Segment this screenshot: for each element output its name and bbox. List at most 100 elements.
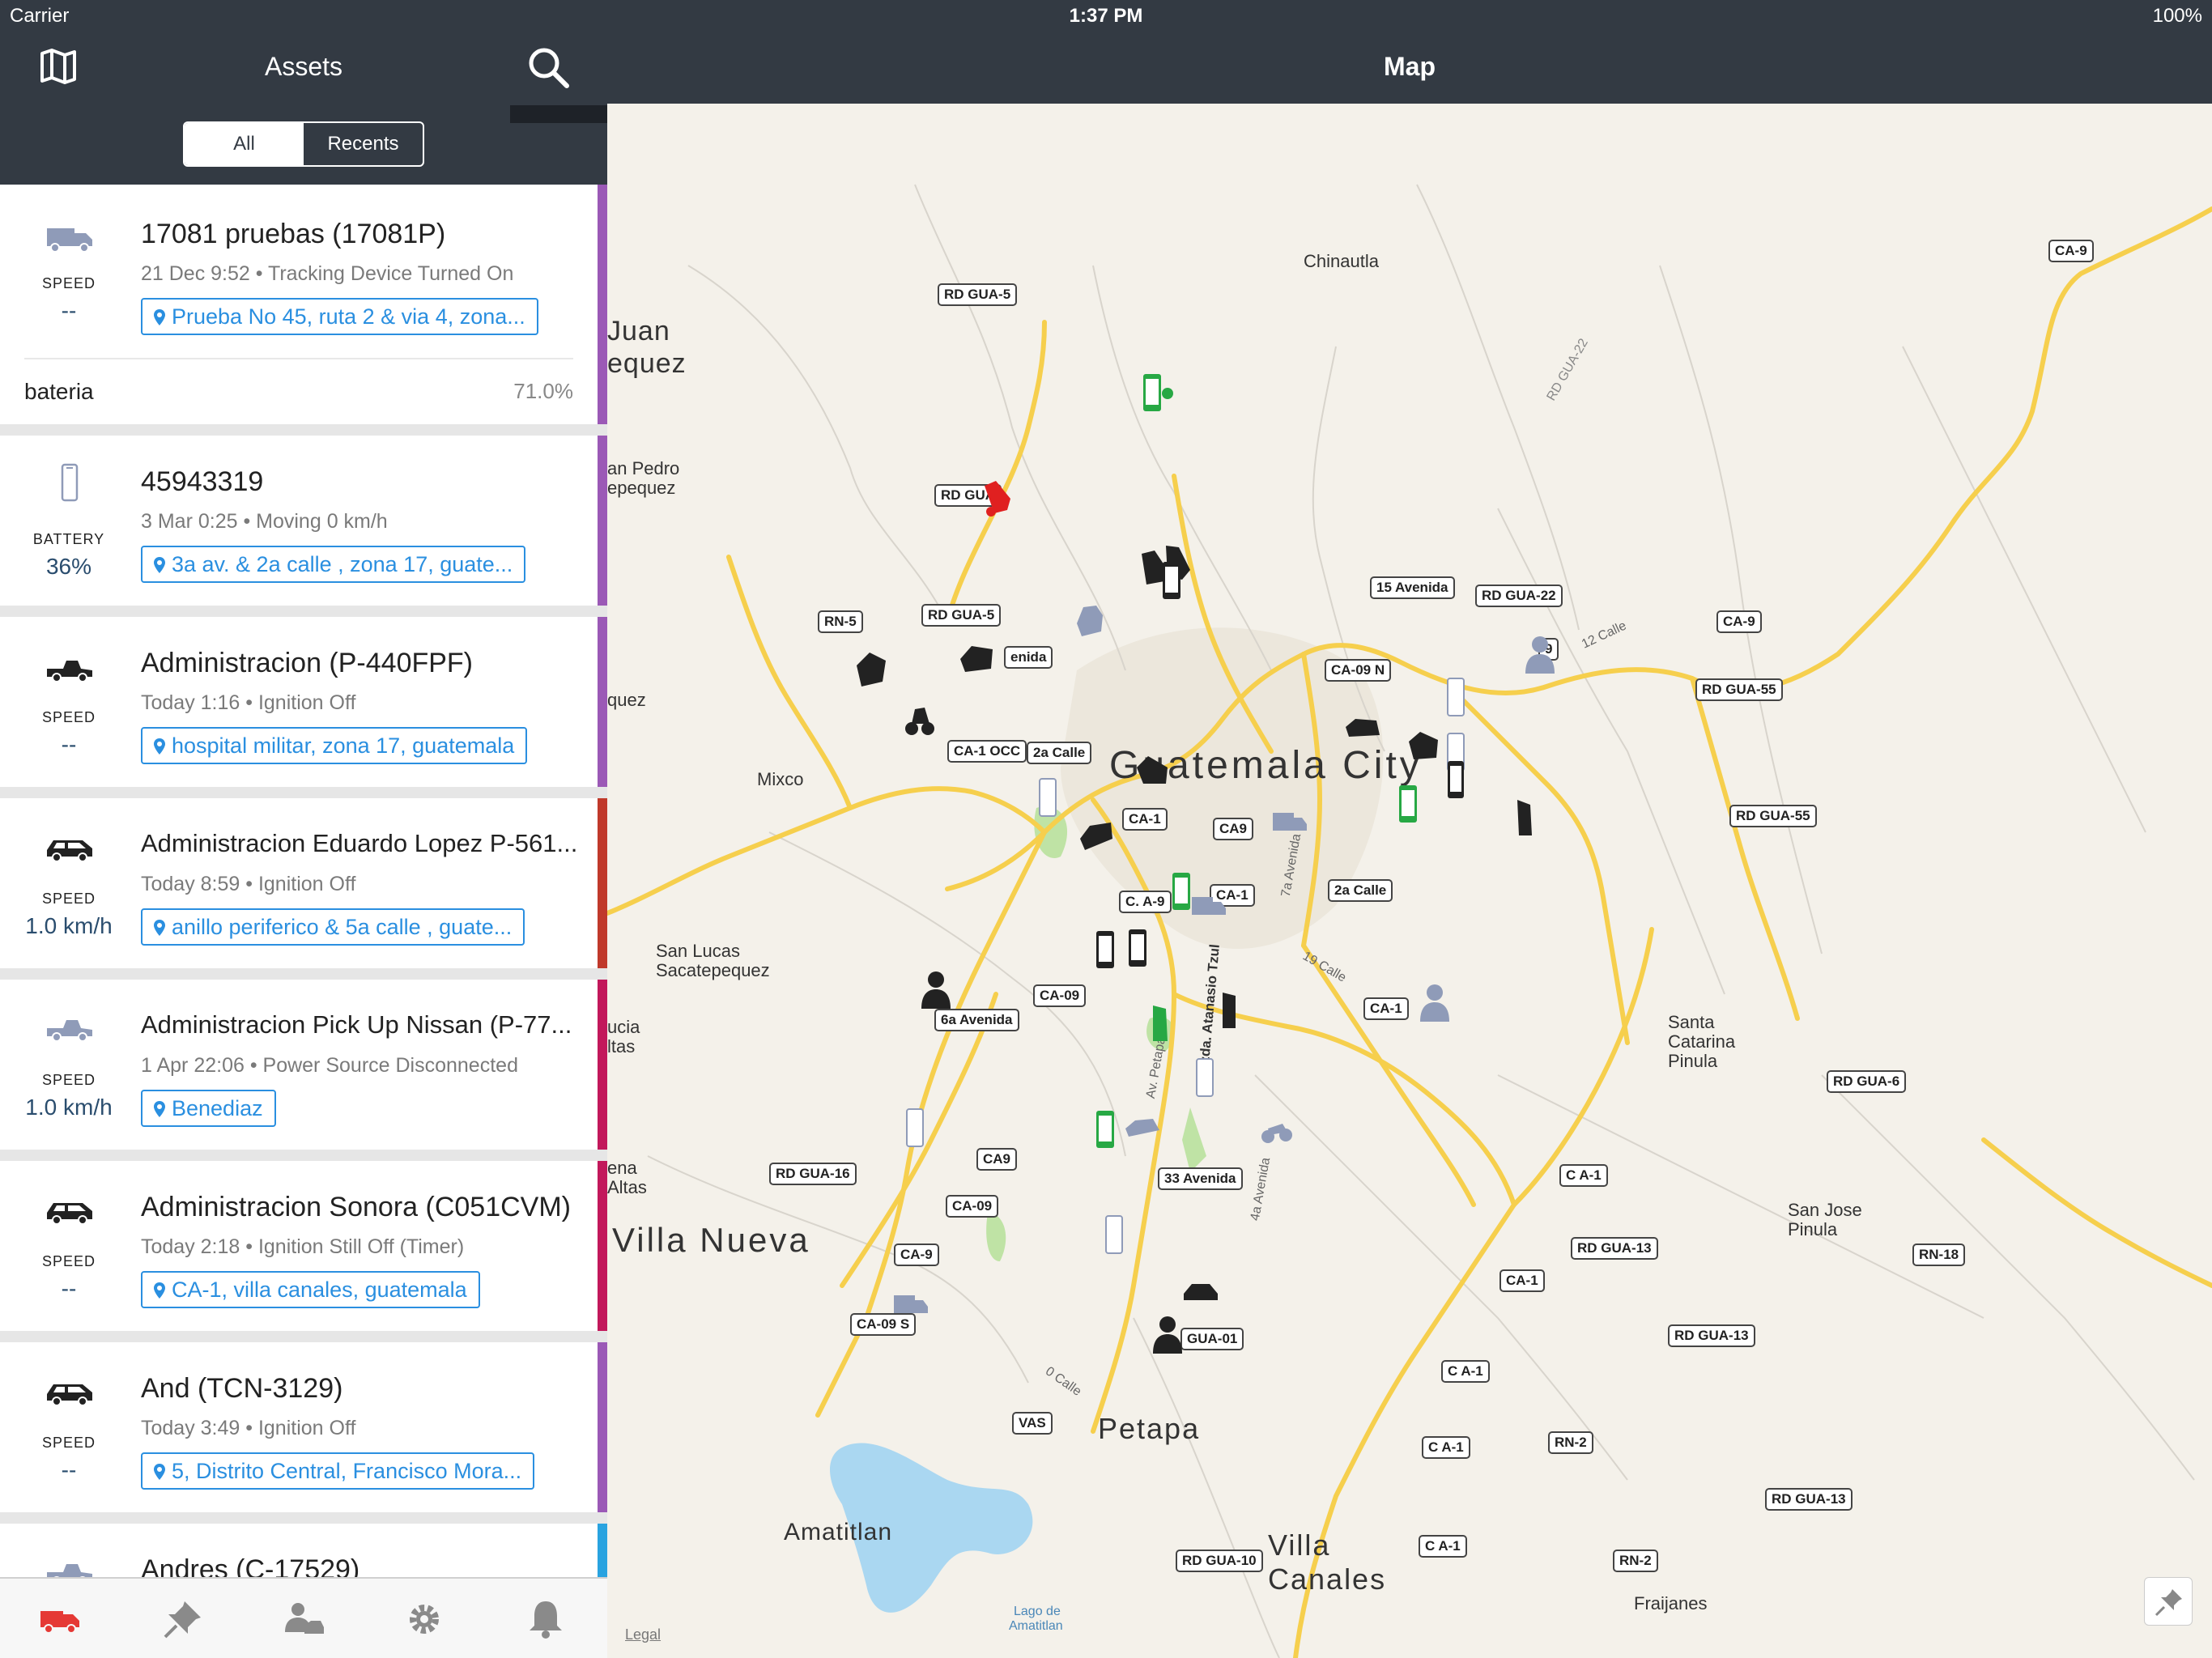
map-marker-motorbike-black[interactable] (902, 699, 938, 742)
map-marker-phone-outline[interactable] (1096, 1214, 1132, 1256)
asset-card[interactable]: SPEED -- And (TCN-3129) Today 3:49 • Ign… (0, 1342, 607, 1512)
asset-address: 5, Distrito Central, Francisco Mora... (172, 1459, 522, 1483)
map-marker-phone-outline[interactable] (897, 1107, 933, 1150)
place-label: quez (607, 690, 646, 710)
map-pin-toggle-button[interactable] (2144, 1577, 2193, 1626)
map-canvas[interactable] (607, 104, 2212, 1658)
map-marker-phone-outline[interactable] (1187, 1057, 1223, 1099)
status-bar: Carrier 1:37 PM 100% (0, 0, 2212, 32)
asset-address: Benediaz (172, 1096, 263, 1120)
lake-label: Amatitlan (1009, 1619, 1063, 1633)
road-shield: RD GUA-5 (921, 604, 1002, 627)
asset-card[interactable]: SPEED 1.0 km/h Administracion Eduardo Lo… (0, 798, 607, 968)
road-shield: CA-9 (1716, 610, 1762, 633)
map-marker-phone-outline[interactable] (1030, 777, 1066, 819)
speed-label: SPEED (41, 709, 96, 725)
asset-name: Administracion Sonora (C051CVM) (141, 1192, 571, 1222)
map-marker-person-black[interactable] (1150, 1313, 1185, 1355)
map-marker-phone-outline[interactable] (1438, 677, 1474, 719)
map-marker-person-black[interactable] (918, 968, 954, 1010)
speed-value: -- (61, 298, 77, 323)
map-marker-car-black[interactable] (1078, 818, 1114, 860)
road-shield: CA-9 (894, 1244, 939, 1266)
place-label: Juan (607, 316, 670, 346)
map-marker-phone-black[interactable] (1088, 929, 1124, 971)
map-legal-link[interactable]: Legal (625, 1626, 661, 1643)
map-marker-phone-black[interactable] (1121, 928, 1156, 970)
segment-all[interactable]: All (185, 123, 304, 165)
tab-pin-icon[interactable] (160, 1596, 206, 1642)
road-shield: RN-5 (818, 610, 863, 633)
segment-recents[interactable]: Recents (304, 123, 423, 165)
place-label: epequez (607, 478, 676, 498)
asset-address-button[interactable]: hospital militar, zona 17, guatemala (141, 727, 528, 764)
location-pin-icon (154, 1101, 165, 1117)
header-divider (510, 105, 607, 123)
asset-card[interactable]: SPEED -- Administracion (P-440FPF) Today… (0, 617, 607, 787)
asset-status: 21 Dec 9:52 • Tracking Device Turned On (141, 262, 514, 285)
map-marker-person-grey[interactable] (1522, 633, 1558, 675)
asset-address: Prueba No 45, ruta 2 & via 4, zona... (172, 304, 525, 329)
map-marker-car-black[interactable] (853, 649, 889, 691)
city-label: Villa (1268, 1528, 1331, 1562)
asset-address: CA-1, villa canales, guatemala (172, 1278, 467, 1302)
location-pin-icon (154, 309, 165, 325)
tab-driver-icon[interactable] (280, 1596, 325, 1642)
road-shield: CA-1 (1363, 997, 1409, 1020)
map-marker-pickup-grey[interactable] (1124, 1104, 1159, 1146)
tab-notifications-bell-icon[interactable] (523, 1596, 568, 1642)
map-marker-pickup-grey[interactable] (1072, 599, 1108, 641)
map-marker-car-black[interactable] (1344, 709, 1380, 751)
map-marker-phone-green[interactable] (1088, 1109, 1124, 1151)
map-marker-car-black[interactable] (1506, 798, 1542, 840)
map-marker-person-grey[interactable] (1417, 981, 1453, 1023)
map-marker-car-black[interactable] (1135, 751, 1171, 793)
map-marker-car-green[interactable] (1142, 1004, 1177, 1046)
battery-label: BATTERY (32, 531, 105, 547)
map-marker-car-black[interactable] (1182, 1269, 1218, 1312)
map-marker-phone-green[interactable] (1138, 372, 1174, 414)
asset-address-button[interactable]: 3a av. & 2a calle , zona 17, guate... (141, 546, 526, 583)
battery-value: 36% (45, 554, 92, 579)
road-shield: 33 Avenida (1158, 1167, 1243, 1190)
map-marker-motorbike-grey[interactable] (1258, 1111, 1294, 1153)
map-marker-car-black[interactable] (959, 640, 994, 682)
map-marker-phone-green[interactable] (1389, 784, 1425, 826)
tab-settings-gear-icon[interactable] (402, 1596, 447, 1642)
place-label: equez (607, 348, 687, 379)
asset-name: Administracion Pick Up Nissan (P-77... (141, 1010, 572, 1039)
asset-card[interactable]: SPEED -- Administracion Sonora (C051CVM)… (0, 1161, 607, 1331)
map-marker-phone-black[interactable] (1155, 560, 1190, 602)
search-icon[interactable] (526, 45, 570, 89)
location-pin-icon (154, 557, 165, 573)
map-title: Map (1384, 52, 1436, 81)
map-marker-truck-grey[interactable] (1271, 801, 1307, 844)
asset-card[interactable]: SPEED 1.0 km/h Administracion Pick Up Ni… (0, 980, 607, 1150)
asset-address-button[interactable]: Benediaz (141, 1090, 276, 1127)
map-marker-phone-black[interactable] (1438, 759, 1474, 801)
speed-label: SPEED (41, 1435, 96, 1451)
asset-status: Today 8:59 • Ignition Off (141, 873, 356, 895)
place-label: Catarina (1668, 1031, 1736, 1052)
map-marker-truck-grey[interactable] (892, 1284, 928, 1326)
map-marker-car-black[interactable] (1406, 727, 1441, 769)
map-marker-truck-grey[interactable] (1190, 886, 1226, 928)
map-marker-car-black[interactable] (1211, 991, 1247, 1033)
tab-assets-truck-icon[interactable] (37, 1596, 83, 1642)
filter-segmented-control[interactable]: All Recents (183, 121, 424, 167)
asset-address-button[interactable]: CA-1, villa canales, guatemala (141, 1271, 480, 1308)
asset-status: 1 Apr 22:06 • Power Source Disconnected (141, 1054, 518, 1077)
asset-address-button[interactable]: anillo periferico & 5a calle , guate... (141, 908, 525, 946)
road-shield: CA-9 (2048, 240, 2094, 262)
asset-address-button[interactable]: Prueba No 45, ruta 2 & via 4, zona... (141, 298, 538, 335)
road-shield: RD GUA-6 (1827, 1070, 1907, 1093)
place-label: Pinula (1668, 1051, 1718, 1071)
road-shield: GUA-01 (1180, 1328, 1244, 1350)
asset-address-button[interactable]: 5, Distrito Central, Francisco Mora... (141, 1452, 535, 1490)
asset-card[interactable]: SPEED -- 17081 pruebas (17081P) 21 Dec 9… (0, 185, 607, 424)
asset-card[interactable]: BATTERY 36% 45943319 3 Mar 0:25 • Moving… (0, 436, 607, 606)
road-shield: RN-2 (1548, 1431, 1593, 1454)
map-marker-car-red[interactable] (980, 478, 1015, 520)
road-shield: C. A-9 (1119, 891, 1172, 913)
asset-name: Administracion (P-440FPF) (141, 648, 474, 678)
